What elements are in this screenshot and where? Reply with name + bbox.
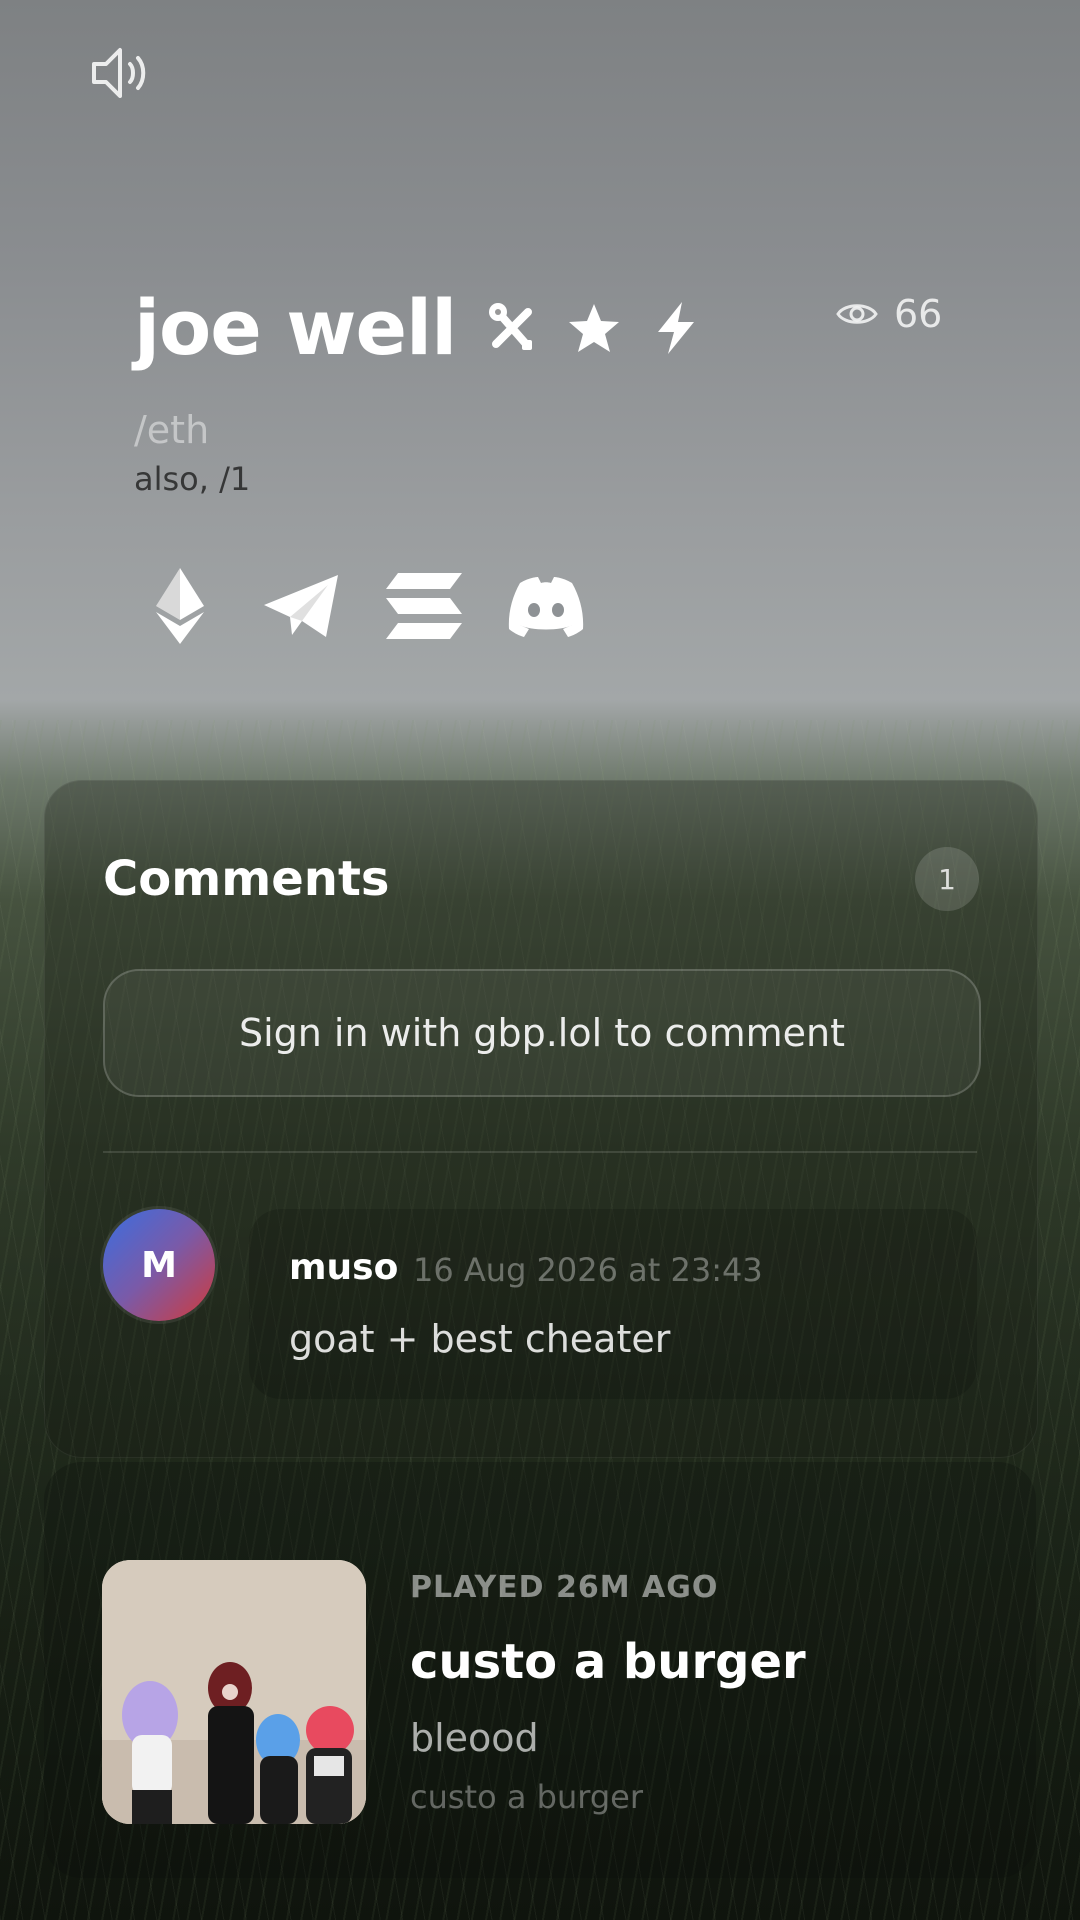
solana-link[interactable]: [384, 566, 464, 646]
profile-header: joe well: [134, 290, 704, 366]
comment-item: muso 16 Aug 2026 at 23:43 goat + best ch…: [249, 1209, 977, 1399]
badge-list: [484, 300, 704, 356]
telegram-link[interactable]: [262, 566, 342, 646]
track-title: custo a burger: [410, 1634, 806, 1690]
star-icon[interactable]: [566, 300, 622, 356]
ethereum-link[interactable]: [140, 566, 220, 646]
avatar[interactable]: M: [103, 1209, 215, 1321]
played-time: PLAYED 26M AGO: [410, 1570, 719, 1605]
discord-link[interactable]: [506, 566, 586, 646]
sound-button[interactable]: [86, 38, 156, 108]
comment-text: goat + best cheater: [289, 1317, 671, 1361]
discord-icon: [508, 577, 584, 637]
profile-name: joe well: [134, 283, 457, 372]
social-links: [140, 566, 586, 646]
lightning-icon[interactable]: [648, 300, 704, 356]
telegram-icon: [264, 575, 338, 637]
eye-icon: [836, 304, 878, 324]
profile-alias: also, /1: [134, 460, 251, 498]
now-playing-card[interactable]: PLAYED 26M AGO custo a burger bleood cus…: [44, 1462, 1036, 1878]
tools-icon[interactable]: [484, 300, 540, 356]
divider: [103, 1151, 977, 1153]
ethereum-icon: [156, 568, 204, 644]
track-artist: bleood: [410, 1716, 539, 1760]
speaker-icon: [92, 48, 146, 98]
solana-icon: [386, 573, 462, 639]
comments-card: Comments 1 Sign in with gbp.lol to comme…: [44, 780, 1038, 1458]
view-count: 66: [894, 292, 943, 336]
comment-timestamp: 16 Aug 2026 at 23:43: [413, 1251, 763, 1289]
sign-in-to-comment-button[interactable]: Sign in with gbp.lol to comment: [103, 969, 981, 1097]
comment-count-badge: 1: [915, 847, 979, 911]
comment-author[interactable]: muso: [289, 1247, 398, 1288]
view-counter: 66: [836, 292, 942, 336]
album-art: [102, 1560, 366, 1824]
comments-title: Comments: [103, 851, 390, 907]
track-album: custo a burger: [410, 1778, 643, 1816]
profile-handle: /eth: [134, 408, 210, 452]
